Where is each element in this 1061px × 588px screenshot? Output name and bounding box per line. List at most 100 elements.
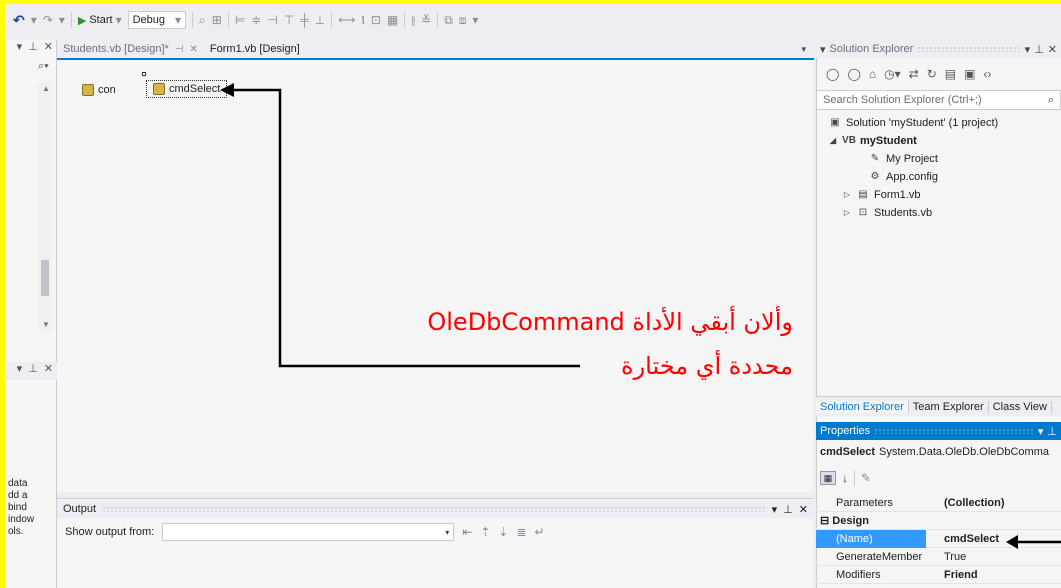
pin-icon[interactable]: ⊥: [1047, 425, 1057, 438]
pin-icon[interactable]: ⊥: [28, 362, 38, 380]
sync-icon[interactable]: ⇄: [909, 67, 919, 81]
forward-icon[interactable]: ◯: [847, 67, 860, 81]
tab-form1-design[interactable]: Form1.vb [Design]: [204, 40, 306, 58]
component-con[interactable]: con: [82, 84, 116, 96]
horizontal-spacing-icon[interactable]: ⫲: [411, 13, 415, 28]
next-message-icon[interactable]: ⇣: [498, 525, 508, 539]
solution-explorer-search[interactable]: Search Solution Explorer (Ctrl+;) ⌕: [816, 90, 1061, 110]
dropdown-arrow-icon[interactable]: ▾: [772, 503, 778, 516]
properties-object-selector[interactable]: cmdSelect System.Data.OleDb.OleDbComma: [816, 442, 1061, 462]
collapsed-arrow-icon[interactable]: ▷: [842, 204, 852, 222]
send-to-back-icon[interactable]: ⧈: [459, 13, 467, 28]
tab-class-view[interactable]: Class View: [989, 400, 1052, 413]
align-grid-icon[interactable]: ⊞: [212, 13, 222, 27]
search-icon[interactable]: ⌕: [1048, 94, 1054, 107]
left-text-line: indow: [8, 514, 35, 525]
output-source-select[interactable]: ▾: [162, 523, 455, 541]
tab-team-explorer[interactable]: Team Explorer: [909, 400, 989, 413]
alphabetical-icon[interactable]: ↓: [842, 471, 848, 485]
solution-explorer-title: Solution Explorer: [829, 43, 914, 55]
main-toolbar: ↶ ▾ ↷ ▾ ▶ Start ▾ Debug ▾ ⌕ ⊞ ⊨ ≑ ⊣ ⊤ ╪ …: [5, 4, 1061, 36]
redo-icon[interactable]: ↷: [43, 13, 53, 27]
close-icon[interactable]: ✕: [190, 44, 198, 55]
start-button[interactable]: ▶ Start ▾: [78, 13, 122, 27]
pin-icon[interactable]: ⊥: [1034, 43, 1044, 56]
previous-message-icon[interactable]: ⇡: [480, 525, 490, 539]
refresh-icon[interactable]: ↻: [927, 67, 937, 81]
collapsed-arrow-icon[interactable]: ▷: [842, 186, 852, 204]
word-wrap-icon[interactable]: ↵: [535, 525, 545, 539]
left-scrollbar-thumb[interactable]: [41, 260, 49, 296]
property-row-modifiers[interactable]: Modifiers Friend: [816, 566, 1061, 584]
pin-icon[interactable]: ⊥: [783, 503, 793, 516]
close-icon[interactable]: ✕: [44, 40, 53, 58]
tree-item-form1[interactable]: ▷ ▤ Form1.vb: [816, 186, 1061, 204]
document-tab-strip: Students.vb [Design]* ⊣ ✕ Form1.vb [Desi…: [57, 40, 814, 58]
pin-icon[interactable]: ⊥: [28, 40, 38, 58]
expanded-arrow-icon[interactable]: ◢: [828, 132, 838, 150]
dropdown-arrow-icon[interactable]: ▾: [1025, 43, 1031, 56]
properties-toolbar: ▦ ↓ ✎: [816, 466, 1061, 490]
tab-label: Form1.vb [Design]: [209, 43, 300, 55]
tab-solution-explorer[interactable]: Solution Explorer: [816, 400, 909, 413]
back-icon[interactable]: ◯: [826, 67, 839, 81]
vertical-spacing-icon[interactable]: ≚: [421, 13, 431, 27]
dropdown-arrow-icon[interactable]: ▾: [31, 13, 37, 27]
property-row-parameters[interactable]: Parameters (Collection): [816, 494, 1061, 512]
property-name: Parameters: [836, 496, 893, 509]
clear-all-icon[interactable]: ≣: [516, 525, 526, 539]
tree-item-solution[interactable]: ▣ Solution 'myStudent' (1 project): [816, 114, 1061, 132]
align-center-icon[interactable]: ≑: [251, 13, 261, 27]
database-connection-icon: [82, 84, 94, 96]
view-code-icon[interactable]: ‹›: [983, 67, 991, 81]
same-size-icon[interactable]: ⊡: [371, 13, 381, 27]
properties-header: Properties ▾ ⊥: [816, 422, 1061, 440]
tree-item-app-config[interactable]: ⚙ App.config: [816, 168, 1061, 186]
toolbar-separator: [331, 12, 333, 28]
dropdown-arrow-icon[interactable]: ▾: [17, 40, 23, 58]
dropdown-arrow-icon[interactable]: ▾: [59, 13, 65, 27]
tab-students-design[interactable]: Students.vb [Design]* ⊣ ✕: [57, 40, 204, 58]
toolbar-separator: [227, 12, 229, 28]
overflow-icon[interactable]: ▾: [472, 13, 478, 27]
tree-item-students[interactable]: ▷ ⊡ Students.vb: [816, 204, 1061, 222]
close-icon[interactable]: ✕: [799, 503, 808, 516]
home-icon[interactable]: ⌂: [869, 67, 876, 81]
find-icon[interactable]: ⌕: [199, 13, 206, 28]
scroll-down-icon[interactable]: ▼: [42, 320, 50, 329]
dropdown-arrow-icon[interactable]: ▾: [820, 43, 826, 56]
categorized-icon[interactable]: ▦: [820, 471, 836, 485]
component-label: cmdSelect: [169, 83, 221, 95]
undo-icon[interactable]: ↶: [13, 12, 25, 29]
same-height-icon[interactable]: Ⲓ: [361, 13, 364, 28]
show-all-files-icon[interactable]: ▣: [964, 67, 975, 81]
collapse-all-icon[interactable]: ▤: [945, 67, 956, 81]
dropdown-arrow-icon[interactable]: ▾: [1038, 425, 1044, 438]
align-right-icon[interactable]: ⊣: [267, 13, 277, 27]
property-category-design[interactable]: ⊟ Design: [816, 512, 1061, 530]
scroll-up-icon[interactable]: ▲: [42, 84, 50, 93]
tab-list-dropdown-icon[interactable]: ▾: [801, 44, 806, 55]
search-icon[interactable]: ⌕▾: [38, 60, 49, 73]
close-icon[interactable]: ✕: [1048, 43, 1057, 56]
same-width-icon[interactable]: ⟷: [338, 13, 355, 27]
close-icon[interactable]: ✕: [44, 362, 53, 380]
tree-item-my-project[interactable]: ✎ My Project: [816, 150, 1061, 168]
dropdown-arrow-icon[interactable]: ▾: [17, 362, 23, 380]
property-value: True: [944, 550, 967, 563]
align-top-icon[interactable]: ⊤: [284, 13, 294, 27]
component-label: con: [98, 84, 116, 96]
history-icon[interactable]: ◷▾: [884, 67, 901, 81]
align-bottom-icon[interactable]: ⊥: [315, 13, 325, 27]
configuration-select[interactable]: Debug ▾: [127, 11, 187, 29]
bring-to-front-icon[interactable]: ⧉: [444, 13, 453, 28]
tree-item-project[interactable]: ◢ VB myStudent: [816, 132, 1061, 150]
go-to-message-icon[interactable]: ⇤: [462, 525, 472, 539]
selection-grip[interactable]: [142, 72, 146, 76]
component-cmdselect[interactable]: cmdSelect: [146, 80, 228, 98]
size-to-grid-icon[interactable]: ▦: [387, 13, 398, 27]
align-left-icon[interactable]: ⊨: [235, 13, 245, 27]
pin-icon[interactable]: ⊣: [175, 44, 184, 55]
property-pages-icon[interactable]: ✎: [861, 471, 871, 485]
align-middle-icon[interactable]: ╪: [300, 13, 309, 27]
